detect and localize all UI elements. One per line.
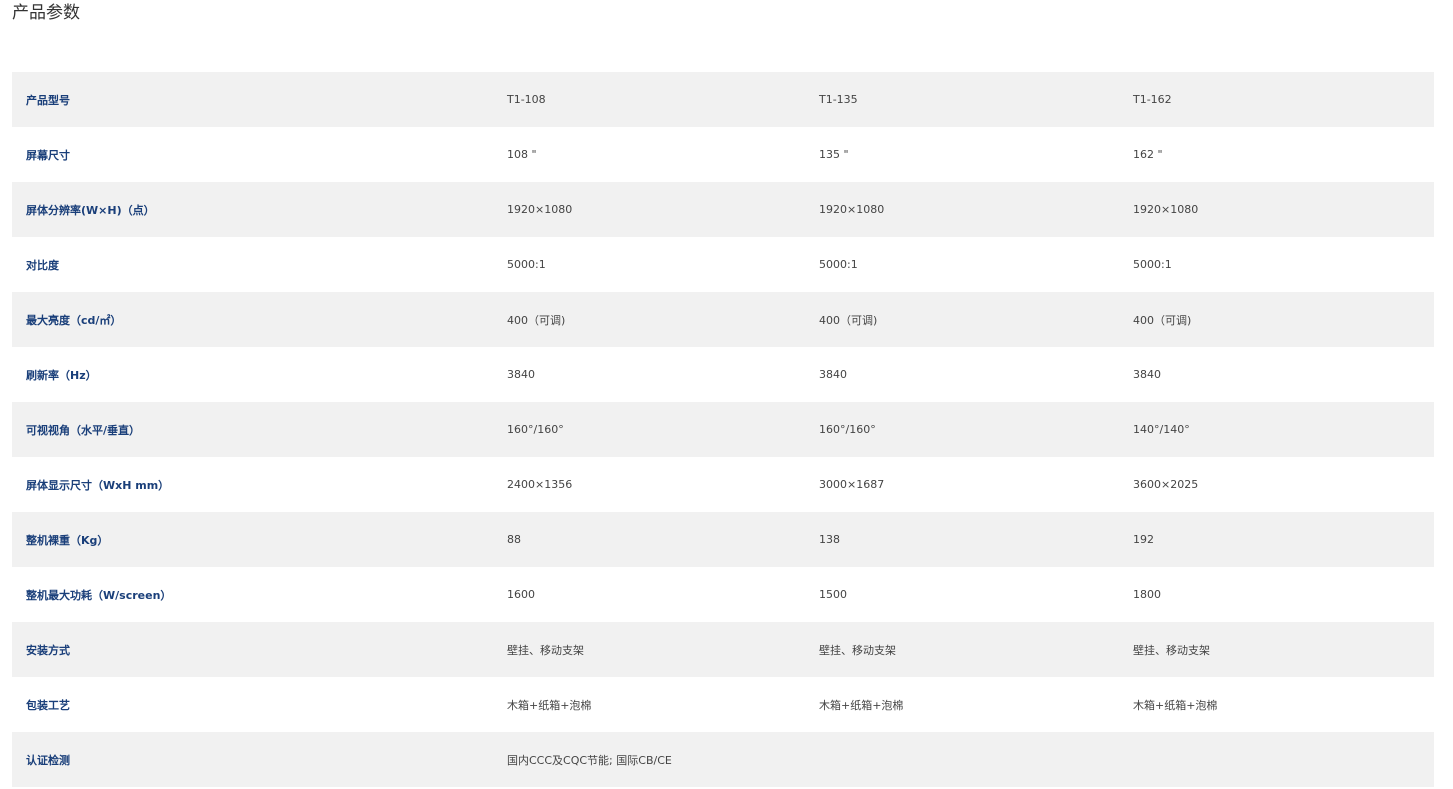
row-value: 138	[819, 533, 840, 546]
row-value: T1-135	[819, 93, 858, 106]
row-value: 木箱+纸箱+泡棉	[507, 698, 592, 712]
row-value: 5000:1	[819, 258, 858, 271]
row-value: 1920×1080	[1133, 203, 1199, 216]
row-value: 1500	[819, 588, 847, 601]
row-label: 产品型号	[26, 93, 70, 107]
table-row: 认证检测 国内CCC及CQC节能; 国际CB/CE	[12, 732, 1434, 787]
row-value: 木箱+纸箱+泡棉	[1133, 698, 1218, 712]
row-value: T1-108	[507, 93, 546, 106]
row-label: 安装方式	[26, 643, 70, 657]
row-value: 3600×2025	[1133, 478, 1199, 491]
row-value: 5000:1	[1133, 258, 1172, 271]
row-value: 2400×1356	[507, 478, 573, 491]
row-value: 162 "	[1133, 148, 1163, 161]
row-value: 160°/160°	[819, 423, 876, 436]
row-value: 1920×1080	[507, 203, 573, 216]
table-row: 整机裸重（Kg） 88 138 192	[12, 512, 1434, 567]
row-value: 木箱+纸箱+泡棉	[819, 698, 904, 712]
table-row: 产品型号 T1-108 T1-135 T1-162	[12, 72, 1434, 127]
row-value: 135 "	[819, 148, 849, 161]
row-value: 400（可调)	[1133, 313, 1192, 327]
row-value: 400（可调)	[819, 313, 878, 327]
row-value: 3840	[507, 368, 535, 381]
table-row: 安装方式 壁挂、移动支架 壁挂、移动支架 壁挂、移动支架	[12, 622, 1434, 677]
row-label: 刷新率（Hz）	[26, 368, 97, 382]
row-value: T1-162	[1133, 93, 1172, 106]
row-value: 3840	[819, 368, 847, 381]
row-value: 140°/140°	[1133, 423, 1190, 436]
row-label: 可视视角（水平/垂直）	[26, 423, 141, 437]
table-row: 可视视角（水平/垂直） 160°/160° 160°/160° 140°/140…	[12, 402, 1434, 457]
table-row: 屏体分辨率(W×H)（点） 1920×1080 1920×1080 1920×1…	[12, 182, 1434, 237]
row-label: 屏体显示尺寸（WxH mm）	[26, 478, 170, 492]
page-title: 产品参数	[12, 3, 80, 23]
row-value: 国内CCC及CQC节能; 国际CB/CE	[507, 753, 672, 767]
row-value: 1800	[1133, 588, 1161, 601]
table-row: 最大亮度（cd/㎡） 400（可调) 400（可调) 400（可调)	[12, 292, 1434, 347]
spec-table: 产品型号 T1-108 T1-135 T1-162 屏幕尺寸 108 " 135…	[12, 72, 1434, 787]
table-row: 整机最大功耗（W/screen） 1600 1500 1800	[12, 567, 1434, 622]
row-label: 整机最大功耗（W/screen）	[26, 588, 172, 602]
row-value: 1920×1080	[819, 203, 885, 216]
row-value: 壁挂、移动支架	[1133, 643, 1210, 657]
row-label: 认证检测	[26, 753, 70, 767]
row-value: 壁挂、移动支架	[507, 643, 584, 657]
row-label: 整机裸重（Kg）	[26, 533, 109, 547]
row-value: 192	[1133, 533, 1154, 546]
row-value: 3000×1687	[819, 478, 885, 491]
table-row: 刷新率（Hz） 3840 3840 3840	[12, 347, 1434, 402]
row-label: 对比度	[26, 258, 59, 272]
table-row: 屏体显示尺寸（WxH mm） 2400×1356 3000×1687 3600×…	[12, 457, 1434, 512]
row-value: 5000:1	[507, 258, 546, 271]
table-row: 屏幕尺寸 108 " 135 " 162 "	[12, 127, 1434, 182]
row-value: 壁挂、移动支架	[819, 643, 896, 657]
row-value: 3840	[1133, 368, 1161, 381]
row-value: 1600	[507, 588, 535, 601]
table-row: 包装工艺 木箱+纸箱+泡棉 木箱+纸箱+泡棉 木箱+纸箱+泡棉	[12, 677, 1434, 732]
table-row: 对比度 5000:1 5000:1 5000:1	[12, 237, 1434, 292]
row-value: 160°/160°	[507, 423, 564, 436]
row-value: 88	[507, 533, 521, 546]
row-label: 包装工艺	[26, 698, 70, 712]
row-label: 最大亮度（cd/㎡）	[26, 313, 122, 327]
row-label: 屏幕尺寸	[26, 148, 70, 162]
row-label: 屏体分辨率(W×H)（点）	[26, 203, 155, 217]
row-value: 400（可调)	[507, 313, 566, 327]
row-value: 108 "	[507, 148, 537, 161]
